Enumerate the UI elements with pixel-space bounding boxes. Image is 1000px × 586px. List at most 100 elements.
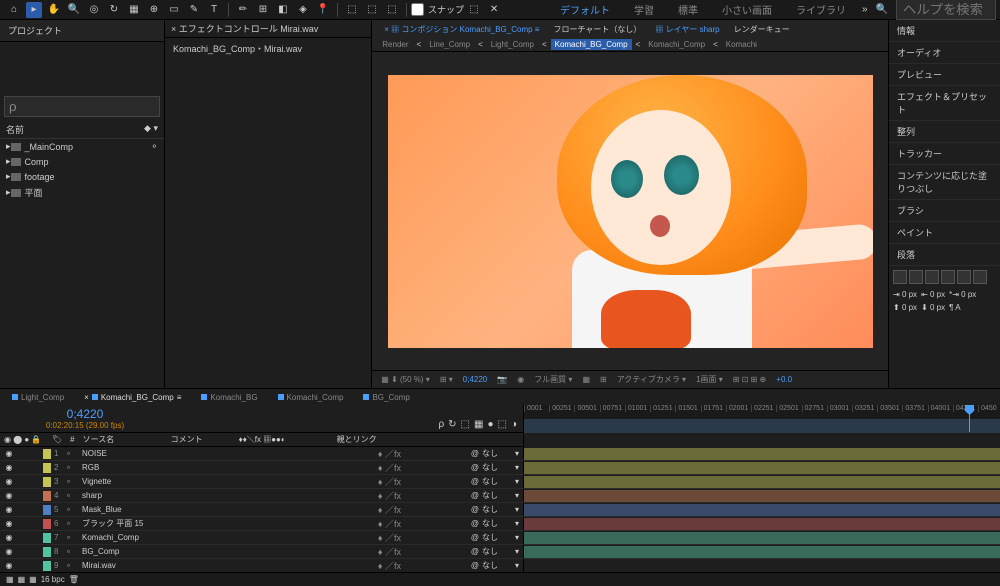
name-column[interactable]: 名前 — [6, 123, 24, 136]
help-search[interactable] — [896, 0, 996, 20]
tl-tab-light[interactable]: Light_Comp — [6, 391, 70, 404]
brush-tool[interactable]: ✏ — [235, 2, 251, 18]
layer-row[interactable]: ◉ 8 ▫ BG_Comp ♦ ／fx @ なし ▾ — [0, 545, 1000, 559]
layer-name[interactable]: Mirai.wav — [78, 561, 375, 570]
label-color[interactable] — [43, 561, 51, 571]
snap-opt-icon[interactable]: ⬚ — [466, 2, 482, 18]
rp-paint[interactable]: ペイント — [889, 222, 1000, 244]
visibility-toggle[interactable]: ◉ — [4, 547, 14, 556]
rp-audio[interactable]: オーディオ — [889, 42, 1000, 64]
layer-name[interactable]: ブラック 平面 15 — [78, 518, 375, 529]
label-color[interactable] — [43, 533, 51, 543]
layer-bar[interactable] — [524, 448, 1000, 460]
layer-switches[interactable]: ♦ ／fx — [378, 545, 468, 558]
layer-bar[interactable] — [524, 476, 1000, 488]
rp-align[interactable]: 整列 — [889, 121, 1000, 143]
tl-opt3-icon[interactable]: ▦ — [474, 419, 483, 430]
camera-tool[interactable]: ▦ — [126, 2, 142, 18]
layer-switches[interactable]: ♦ ／fx — [378, 531, 468, 544]
col-num[interactable]: # — [70, 435, 74, 444]
timeline-ruler[interactable]: 0001002510050100751010010125101501017510… — [524, 405, 1000, 419]
view-axis-icon[interactable]: ⬚ — [384, 2, 400, 18]
bc-light[interactable]: Light_Comp — [487, 39, 538, 50]
view-dropdown[interactable]: 1画面 ▾ — [693, 373, 726, 386]
composition-canvas[interactable] — [388, 75, 873, 348]
parent-pickwhip[interactable]: @ — [471, 505, 479, 514]
parent-link[interactable]: なし — [482, 518, 512, 529]
rect-tool[interactable]: ▭ — [166, 2, 182, 18]
layer-switches[interactable]: ♦ ／fx — [378, 447, 468, 460]
parent-pickwhip[interactable]: @ — [471, 547, 479, 556]
project-item-footage[interactable]: ▸footage — [0, 169, 164, 184]
workspace-standard[interactable]: 標準 — [670, 0, 706, 19]
camera-dropdown[interactable]: アクティブカメラ ▾ — [614, 373, 689, 386]
layer-bar[interactable] — [524, 490, 1000, 502]
layer-row[interactable]: ◉ 2 ▫ RGB ♦ ／fx @ なし ▾ — [0, 461, 1000, 475]
workspace-small[interactable]: 小さい画面 — [714, 0, 780, 19]
visibility-toggle[interactable]: ◉ — [4, 533, 14, 542]
col-parent[interactable]: 親とリンク — [337, 434, 377, 445]
layer-switches[interactable]: ♦ ／fx — [378, 489, 468, 502]
parent-pickwhip[interactable]: @ — [471, 463, 479, 472]
parent-pickwhip[interactable]: @ — [471, 491, 479, 500]
comp-tab-main[interactable]: × ▦ コンポジション Komachi_BG_Comp ≡ — [378, 22, 545, 37]
render-queue-tab[interactable]: レンダーキュー — [728, 22, 796, 37]
space-after[interactable]: ⬇ 0 px — [921, 303, 945, 312]
tl-search-icon[interactable]: ρ — [438, 419, 444, 430]
layer-row[interactable]: ◉ 6 ▫ ブラック 平面 15 ♦ ／fx @ なし ▾ — [0, 517, 1000, 531]
rp-preview[interactable]: プレビュー — [889, 64, 1000, 86]
indent-l[interactable]: ⇥ 0 px — [893, 290, 917, 299]
visibility-toggle[interactable]: ◉ — [4, 519, 14, 528]
eraser-tool[interactable]: ◧ — [275, 2, 291, 18]
parent-link[interactable]: なし — [482, 532, 512, 543]
layer-row[interactable]: ◉ 3 ▫ Vignette ♦ ／fx @ なし ▾ — [0, 475, 1000, 489]
layer-row[interactable]: ◉ 1 ▫ NOISE ♦ ／fx @ なし ▾ — [0, 447, 1000, 461]
bb-icon1[interactable]: ▦ — [6, 575, 14, 584]
magnification[interactable]: ▦ ⬇ (50 %) ▾ — [378, 374, 433, 385]
rp-info[interactable]: 情報 — [889, 20, 1000, 42]
text-tool[interactable]: T — [206, 2, 222, 18]
align-btn[interactable] — [909, 270, 923, 284]
layer-row[interactable]: ◉ 7 ▫ Komachi_Comp ♦ ／fx @ なし ▾ — [0, 531, 1000, 545]
layer-bar[interactable] — [524, 532, 1000, 544]
parent-link[interactable]: なし — [482, 476, 512, 487]
indent-f[interactable]: *⇥ 0 px — [949, 290, 976, 299]
pen-tool[interactable]: ✎ — [186, 2, 202, 18]
layer-switches[interactable]: ♦ ／fx — [378, 559, 468, 572]
align-btn[interactable] — [925, 270, 939, 284]
type-column-icon[interactable]: ◆ ▾ — [144, 123, 158, 136]
roi-icon[interactable]: ▦ — [579, 374, 593, 385]
col-label-icon[interactable]: 🏷 — [52, 435, 62, 444]
grid-icon[interactable]: ⊞ — [597, 374, 610, 385]
parent-pickwhip[interactable]: @ — [471, 519, 479, 528]
viewer[interactable] — [372, 52, 888, 370]
workspace-learn[interactable]: 学習 — [626, 0, 662, 19]
tl-opt6-icon[interactable]: ◑ — [511, 419, 517, 430]
bc-line[interactable]: Line_Comp — [425, 39, 474, 50]
tl-opt1-icon[interactable]: ↻ — [448, 419, 456, 430]
snap-checkbox[interactable] — [411, 3, 424, 16]
timeline-timecode[interactable]: 0;4220 — [8, 407, 162, 421]
workspace-more[interactable]: » — [862, 4, 868, 15]
align-btn[interactable] — [957, 270, 971, 284]
resolution-dropdown[interactable]: フル画質 ▾ — [531, 373, 575, 386]
roto-tool[interactable]: ◈ — [295, 2, 311, 18]
home-icon[interactable]: ⌂ — [6, 2, 22, 18]
rp-brush[interactable]: ブラシ — [889, 200, 1000, 222]
tl-tab-bg-comp[interactable]: BG_Comp — [357, 391, 415, 404]
layer-name[interactable]: Mask_Blue — [78, 505, 375, 514]
tl-tab-komachi-bg-comp[interactable]: × Komachi_BG_Comp ≡ — [78, 391, 187, 404]
visibility-toggle[interactable]: ◉ — [4, 561, 14, 570]
align-btn[interactable] — [941, 270, 955, 284]
layer-bar[interactable] — [524, 462, 1000, 474]
layer-switches[interactable]: ♦ ／fx — [378, 503, 468, 516]
local-axis-icon[interactable]: ⬚ — [344, 2, 360, 18]
playhead[interactable] — [969, 405, 970, 432]
visibility-toggle[interactable]: ◉ — [4, 449, 14, 458]
parent-link[interactable]: なし — [482, 448, 512, 459]
flowchart-tab[interactable]: フローチャート（なし） — [547, 22, 647, 37]
parent-pickwhip[interactable]: @ — [471, 477, 479, 486]
col-source[interactable]: ソース名 — [83, 434, 163, 445]
channel-icon[interactable]: ◉ — [514, 374, 527, 385]
bc-komachi[interactable]: Komachi — [722, 39, 761, 50]
